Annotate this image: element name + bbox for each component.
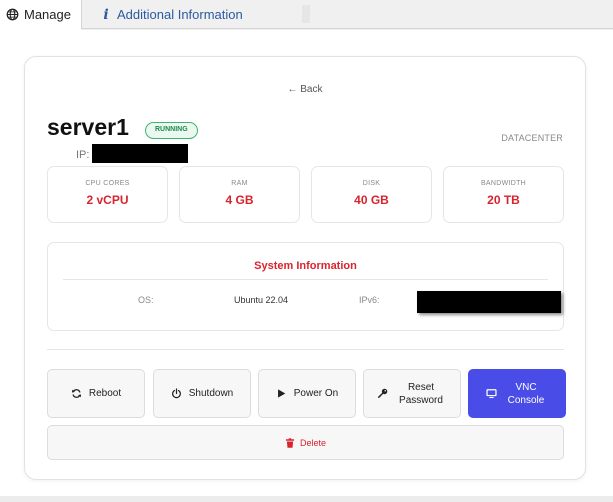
delete-label: Delete — [299, 437, 326, 448]
power-on-label: Power On — [293, 388, 339, 399]
reset-password-button[interactable]: Reset Password — [363, 369, 461, 418]
section-divider — [47, 349, 564, 350]
stat-cpu-cores: CPU CORES 2 vCPU — [47, 166, 168, 223]
system-information-panel: System Information OS: Ubuntu 22.04 IPv6… — [47, 242, 564, 331]
stat-label: DISK — [362, 180, 381, 187]
ip-label: IP: — [76, 149, 90, 161]
server-name: server1 — [47, 114, 129, 140]
tab-placeholder — [302, 5, 310, 23]
stat-value: 4 GB — [225, 193, 254, 207]
ip-redacted — [92, 144, 188, 163]
shutdown-button[interactable]: Shutdown — [153, 369, 251, 418]
monitor-icon — [486, 389, 497, 399]
reboot-button[interactable]: Reboot — [47, 369, 145, 418]
key-icon — [377, 388, 388, 399]
stat-value: 20 TB — [487, 193, 520, 207]
stat-ram: RAM 4 GB — [179, 166, 300, 223]
ipv6-label: IPv6: — [359, 295, 380, 305]
stat-value: 2 vCPU — [86, 193, 129, 207]
stat-bandwidth: BANDWIDTH 20 TB — [443, 166, 564, 223]
tab-manage[interactable]: Manage — [0, 0, 82, 30]
shutdown-label: Shutdown — [188, 388, 234, 399]
stat-label: BANDWIDTH — [480, 180, 527, 187]
stat-label: CPU CORES — [85, 180, 130, 187]
delete-button[interactable]: Delete — [47, 425, 564, 460]
tab-manage-label: Manage — [24, 7, 71, 22]
tab-additional-information[interactable]: i Additional Information — [100, 0, 243, 29]
stat-label: RAM — [231, 180, 248, 187]
bottom-strip — [0, 496, 613, 502]
vnc-console-button[interactable]: VNC Console — [468, 369, 566, 418]
info-icon: i — [103, 6, 109, 23]
reset-password-label: Reset Password — [399, 381, 443, 406]
refresh-icon — [71, 389, 81, 398]
tab-additional-information-label: Additional Information — [117, 7, 243, 22]
ipv6-redacted — [417, 291, 561, 313]
reboot-label: Reboot — [88, 388, 122, 399]
globe-icon — [6, 8, 19, 21]
os-label: OS: — [138, 295, 154, 305]
power-on-button[interactable]: Power On — [258, 369, 356, 418]
stat-disk: DISK 40 GB — [311, 166, 432, 223]
system-information-title: System Information — [254, 260, 357, 272]
trash-icon — [285, 437, 295, 448]
vnc-console-label: VNC Console — [507, 381, 545, 406]
datacenter-label: DATACENTER — [501, 133, 563, 143]
tab-bar: Manage i Additional Information — [0, 0, 613, 30]
status-badge: RUNNING — [145, 122, 198, 139]
back-link[interactable]: ← Back — [25, 84, 585, 95]
play-icon — [277, 389, 286, 398]
system-information-divider — [63, 279, 548, 280]
os-value: Ubuntu 22.04 — [234, 295, 289, 305]
power-icon — [171, 388, 181, 399]
server-card: ← Back server1 RUNNING DATACENTER IP: CP… — [24, 56, 586, 480]
stat-value: 40 GB — [354, 193, 389, 207]
